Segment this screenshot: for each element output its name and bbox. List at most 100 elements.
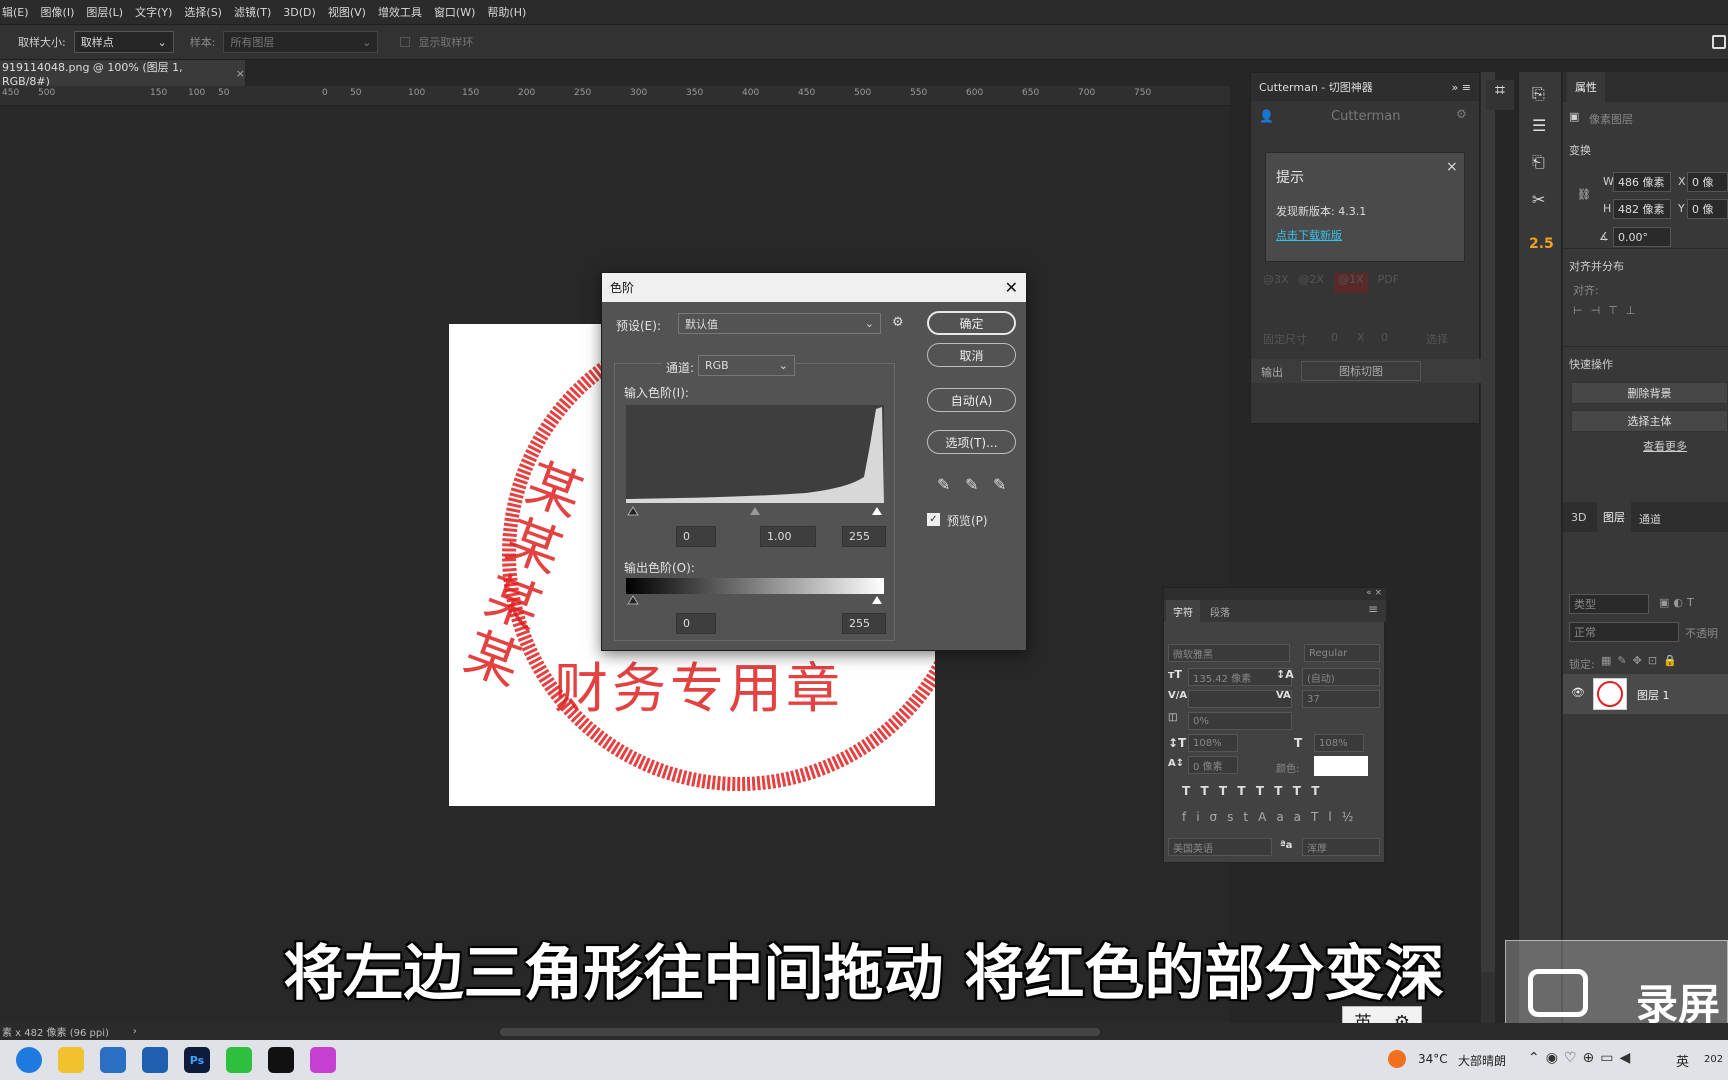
menu-image[interactable]: 图像(I) [41, 4, 75, 20]
plugin-badge[interactable]: 2.5 [1529, 236, 1554, 252]
horizontal-scrollbar[interactable] [500, 1028, 1100, 1036]
see-more-link[interactable]: 查看更多 [1643, 438, 1687, 454]
menu-view[interactable]: 视图(V) [328, 4, 366, 20]
tab-channels[interactable]: 通道 [1639, 511, 1661, 527]
x-input[interactable]: 0 像 [1687, 172, 1728, 192]
tab-paragraph[interactable]: 段落 [1210, 604, 1230, 619]
menu-type[interactable]: 文字(Y) [135, 4, 172, 20]
clock[interactable]: 202 [1704, 1054, 1723, 1065]
gray-eyedropper-icon[interactable]: ✎ [965, 475, 978, 494]
gear-icon[interactable]: ⚙ [892, 315, 904, 330]
file-explorer-icon[interactable] [58, 1047, 84, 1073]
align-header[interactable]: 对齐并分布 [1569, 258, 1624, 274]
adjust-icon[interactable]: ☰ [1532, 116, 1546, 135]
document-tab[interactable]: 919114048.png @ 100% (图层 1, RGB/8#) × [0, 60, 245, 88]
tools-icon[interactable]: ✂ [1532, 190, 1545, 209]
input-gamma-field[interactable]: 1.00 [760, 526, 816, 547]
scale-1x[interactable]: @1X [1334, 273, 1368, 293]
color-swatch[interactable] [1314, 756, 1368, 776]
text-style-buttons[interactable]: TTTTTTTT [1182, 784, 1382, 798]
sample-size-select[interactable]: 取样点 ⌄ [73, 31, 174, 53]
close-icon[interactable]: × [236, 67, 245, 80]
quick-actions-header[interactable]: 快速操作 [1569, 356, 1613, 372]
white-eyedropper-icon[interactable]: ✎ [993, 475, 1006, 494]
weather-temp[interactable]: 34°C [1418, 1052, 1448, 1066]
capcut-icon[interactable] [268, 1047, 294, 1073]
show-ring-checkbox[interactable] [400, 37, 411, 47]
fixed-width[interactable]: 0 [1331, 331, 1338, 344]
download-link[interactable]: 点击下载新版 [1276, 227, 1342, 243]
angle-input[interactable]: 0.00° [1613, 227, 1671, 247]
preset-select[interactable]: 默认值 ⌄ [678, 313, 881, 334]
transform-header[interactable]: 变换 [1569, 142, 1591, 158]
paths-icon[interactable]: ⎗ [1532, 152, 1545, 172]
tab-layers[interactable]: 图层 [1597, 502, 1631, 532]
menu-layer[interactable]: 图层(L) [86, 4, 123, 20]
character-panel-header[interactable]: « × [1164, 588, 1386, 600]
levels-titlebar[interactable]: 色阶 ✕ [602, 273, 1026, 302]
vertical-scale-field[interactable]: 108% [1188, 734, 1238, 752]
font-style-select[interactable]: Regular [1304, 644, 1380, 662]
h-input[interactable]: 482 像素 [1613, 199, 1671, 219]
sample-select[interactable]: 所有图层 ⌄ [223, 31, 379, 53]
menu-select[interactable]: 选择(S) [184, 4, 222, 20]
tab-character[interactable]: 字符 [1166, 600, 1200, 622]
output-black-field[interactable]: 0 [676, 613, 716, 634]
output-slider[interactable] [626, 594, 884, 606]
close-icon[interactable]: ✕ [1005, 278, 1018, 297]
tab-3d[interactable]: 3D [1571, 511, 1586, 524]
leading-field[interactable]: (自动) [1302, 668, 1380, 686]
baseline-field[interactable]: 0 像素 [1188, 756, 1238, 774]
fixed-height[interactable]: 0 [1381, 331, 1388, 344]
menu-edit[interactable]: 辑(E) [2, 4, 29, 20]
layer-kind-filter[interactable]: 类型 [1569, 594, 1649, 614]
gear-icon[interactable]: ⚙ [1456, 107, 1467, 121]
output-white-field[interactable]: 255 [842, 613, 886, 634]
preview-checkbox[interactable]: ✓ [927, 513, 940, 526]
tray-icons[interactable]: ⌃◉♡⊕▭◀ [1528, 1050, 1636, 1066]
tab-properties[interactable]: 属性 [1567, 72, 1605, 102]
crop-icon[interactable]: ⌗ [1486, 80, 1514, 110]
fixed-clear[interactable]: 选择 [1426, 331, 1448, 347]
history-icon[interactable]: ⎘ [1532, 84, 1545, 104]
black-eyedropper-icon[interactable]: ✎ [937, 475, 950, 494]
menu-icon[interactable]: ≡ [1368, 602, 1378, 616]
link-icon[interactable]: ⛓ [1577, 188, 1591, 201]
remove-background-button[interactable]: 删除背景 [1571, 382, 1728, 404]
filter-icons[interactable]: ▣◐T [1659, 596, 1698, 609]
horizontal-scale-field[interactable]: 108% [1314, 734, 1364, 752]
store-icon[interactable] [100, 1047, 126, 1073]
layer-row[interactable]: 👁 图层 1 [1563, 674, 1728, 714]
ok-button[interactable]: 确定 [927, 311, 1016, 335]
edge-icon[interactable] [16, 1047, 42, 1073]
input-black-field[interactable]: 0 [676, 526, 716, 547]
auto-button[interactable]: 自动(A) [927, 388, 1016, 412]
mail-icon[interactable] [142, 1047, 168, 1073]
anti-alias-select[interactable]: 浑厚 [1302, 838, 1380, 856]
menu-window[interactable]: 窗口(W) [434, 4, 475, 20]
cancel-button[interactable]: 取消 [927, 343, 1016, 367]
scrollbar[interactable] [1481, 72, 1495, 972]
input-white-field[interactable]: 255 [842, 526, 886, 547]
menu-plugins[interactable]: 增效工具 [378, 4, 422, 20]
opentype-buttons[interactable]: fiσstAaaTl½ [1182, 810, 1382, 824]
wechat-icon[interactable] [226, 1047, 252, 1073]
tray-language[interactable]: 英 [1676, 1051, 1689, 1070]
lock-icons[interactable]: ▦✎✥⊡🔒 [1601, 654, 1683, 667]
y-input[interactable]: 0 像 [1687, 199, 1728, 219]
menu-3d[interactable]: 3D(D) [283, 6, 316, 19]
close-icon[interactable]: × [1446, 159, 1458, 175]
scale-pdf[interactable]: PDF [1378, 273, 1399, 293]
input-slider[interactable] [626, 505, 884, 517]
menu-help[interactable]: 帮助(H) [487, 4, 526, 20]
menu-filter[interactable]: 滤镜(T) [234, 4, 271, 20]
font-family-select[interactable]: 微软雅黑 [1168, 644, 1290, 662]
chevron-right-icon[interactable]: › [133, 1026, 137, 1037]
channel-select[interactable]: RGB ⌄ [698, 355, 795, 376]
blend-mode-select[interactable]: 正常 [1569, 622, 1679, 642]
tsume-field[interactable]: 0% [1188, 712, 1292, 730]
icon-cut-select[interactable]: 图标切图 [1301, 361, 1421, 381]
tracking-field[interactable]: 37 [1302, 690, 1380, 708]
select-subject-button[interactable]: 选择主体 [1571, 410, 1728, 432]
photoshop-icon[interactable]: Ps [184, 1047, 210, 1073]
